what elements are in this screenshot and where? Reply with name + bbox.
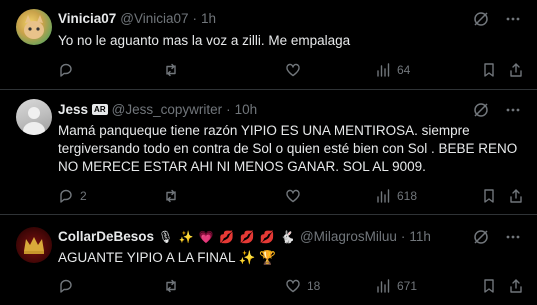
avatar[interactable] xyxy=(16,227,52,263)
grok-icon[interactable] xyxy=(473,229,489,245)
reply-count: 2 xyxy=(80,189,87,203)
repost-icon xyxy=(166,63,176,77)
tweet-header: Vinicia07 @Vinicia07 · 1h xyxy=(58,11,216,26)
views-button[interactable]: 671 xyxy=(375,276,417,296)
views-button[interactable]: 618 xyxy=(375,186,417,206)
share-icon xyxy=(510,63,522,77)
bookmark-button[interactable] xyxy=(481,60,497,80)
tweet-actions: 18 671 xyxy=(50,276,525,296)
analytics-icon xyxy=(377,279,390,293)
tweet-text: Mamá panqueque tiene razón YIPIO ES UNA … xyxy=(58,123,518,174)
user-badge: AR xyxy=(92,104,108,115)
share-button[interactable] xyxy=(508,276,524,296)
user-handle[interactable]: @Jess_copywriter xyxy=(112,102,223,117)
tweet-header-icons xyxy=(473,102,521,118)
tweet-header-icons xyxy=(473,11,521,27)
tweet-header: Jess AR @Jess_copywriter · 10h xyxy=(58,102,257,117)
display-name[interactable]: CollarDeBesos xyxy=(58,229,154,244)
separator-dot: · xyxy=(192,11,198,26)
analytics-icon xyxy=(377,63,390,77)
more-options-icon[interactable] xyxy=(505,229,521,245)
more-options-icon[interactable] xyxy=(505,102,521,118)
heart-icon xyxy=(286,189,300,203)
view-count: 64 xyxy=(397,63,411,77)
tweet-header: CollarDeBesos 🎙 ✨ 💗 💋 💋 💋 🐇 @MilagrosMil… xyxy=(58,229,431,244)
bookmark-button[interactable] xyxy=(481,276,497,296)
avatar[interactable] xyxy=(16,99,52,135)
like-count: 18 xyxy=(307,279,321,293)
person-avatar-icon xyxy=(23,107,45,135)
repost-button[interactable] xyxy=(163,186,185,206)
bookmark-icon xyxy=(484,63,494,77)
like-button[interactable] xyxy=(285,60,307,80)
timestamp[interactable]: 10h xyxy=(235,102,258,117)
separator-dot: · xyxy=(226,102,231,117)
crown-avatar-icon xyxy=(24,237,44,254)
user-handle[interactable]: @MilagrosMiluu xyxy=(300,229,397,244)
reply-button[interactable] xyxy=(58,60,80,80)
reply-button[interactable] xyxy=(58,276,80,296)
like-button[interactable] xyxy=(285,186,307,206)
tweet[interactable]: Vinicia07 @Vinicia07 · 1h Yo no le aguan… xyxy=(0,0,537,90)
avatar[interactable] xyxy=(16,9,52,45)
timestamp[interactable]: 11h xyxy=(409,229,431,244)
heart-icon xyxy=(286,63,300,77)
share-icon xyxy=(510,189,522,203)
repost-icon xyxy=(166,279,176,293)
tweet-header-icons xyxy=(473,229,521,245)
display-name[interactable]: Vinicia07 xyxy=(58,11,116,26)
tweet-actions: 2 618 xyxy=(50,186,525,206)
tweet[interactable]: Jess AR @Jess_copywriter · 10h Mamá panq… xyxy=(0,90,537,214)
view-count: 618 xyxy=(397,189,418,203)
repost-button[interactable] xyxy=(163,276,185,296)
timestamp[interactable]: 1h xyxy=(201,11,216,26)
cat-avatar-icon xyxy=(24,15,44,39)
tweet-actions: 64 xyxy=(50,60,525,80)
display-name[interactable]: Jess xyxy=(58,102,88,117)
bookmark-icon xyxy=(484,189,494,203)
heart-icon xyxy=(286,279,300,293)
repost-icon xyxy=(166,189,176,203)
share-button[interactable] xyxy=(508,186,524,206)
analytics-icon xyxy=(377,189,390,203)
tweet-text: AGUANTE YIPIO A LA FINAL ✨ 🏆 xyxy=(58,250,277,265)
reply-icon xyxy=(60,279,72,293)
grok-icon[interactable] xyxy=(473,11,489,27)
reply-button[interactable]: 2 xyxy=(58,186,87,206)
grok-icon[interactable] xyxy=(473,102,489,118)
repost-button[interactable] xyxy=(163,60,185,80)
share-button[interactable] xyxy=(508,60,524,80)
separator-dot: · xyxy=(400,229,406,244)
like-button[interactable]: 18 xyxy=(285,276,320,296)
reply-icon xyxy=(60,63,72,77)
bookmark-button[interactable] xyxy=(481,186,497,206)
more-options-icon[interactable] xyxy=(505,11,521,27)
tweet[interactable]: CollarDeBesos 🎙 ✨ 💗 💋 💋 💋 🐇 @MilagrosMil… xyxy=(0,215,537,305)
tweet-text: Yo no le aguanto mas la voz a zilli. Me … xyxy=(58,33,351,48)
reply-icon xyxy=(60,189,72,203)
share-icon xyxy=(510,279,522,293)
user-handle[interactable]: @Vinicia07 xyxy=(120,11,188,26)
name-emojis: 🎙 ✨ 💗 💋 💋 💋 🐇 xyxy=(158,229,296,244)
bookmark-icon xyxy=(484,279,494,293)
view-count: 671 xyxy=(397,279,418,293)
views-button[interactable]: 64 xyxy=(375,60,410,80)
